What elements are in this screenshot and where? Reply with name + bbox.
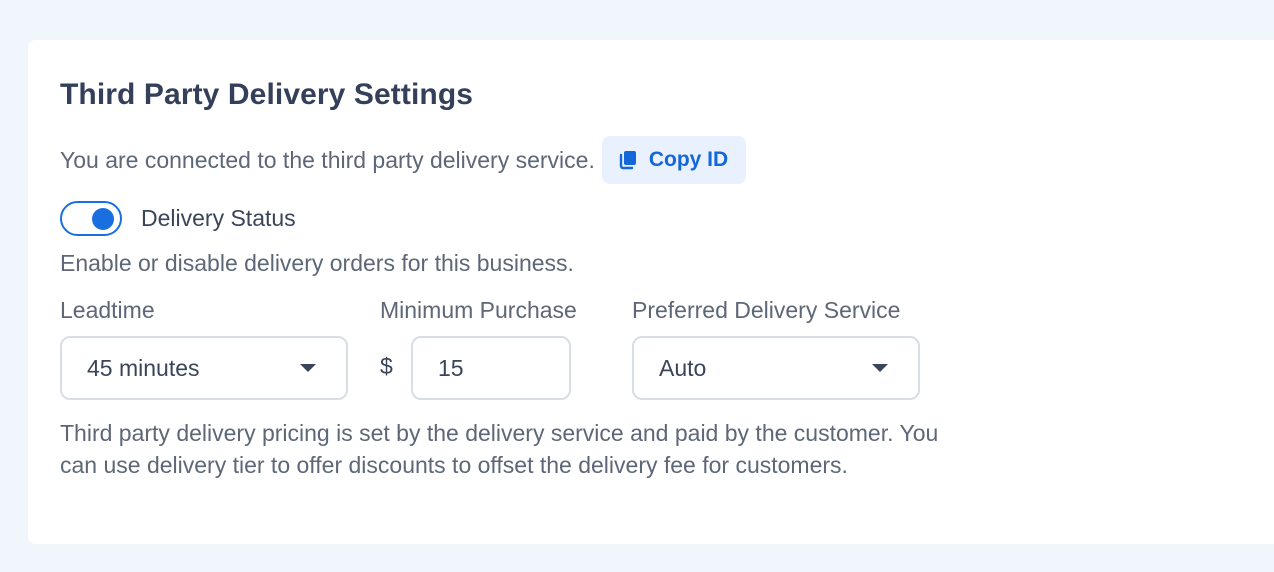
- connection-status-text: You are connected to the third party del…: [60, 146, 595, 173]
- delivery-status-label: Delivery Status: [141, 205, 296, 231]
- preferred-service-selected-value: Auto: [659, 354, 707, 381]
- leadtime-selected-value: 45 minutes: [87, 354, 200, 381]
- chevron-down-icon: [300, 364, 316, 372]
- leadtime-select[interactable]: 45 minutes: [60, 336, 348, 400]
- minimum-purchase-input[interactable]: [411, 336, 571, 400]
- currency-symbol: $: [380, 353, 393, 379]
- chevron-down-icon: [872, 364, 888, 372]
- pricing-footnote: Third party delivery pricing is set by t…: [60, 420, 939, 478]
- copy-icon: [618, 150, 638, 170]
- preferred-service-select[interactable]: Auto: [632, 336, 920, 400]
- delivery-status-toggle[interactable]: [60, 201, 122, 236]
- copy-id-label: Copy ID: [648, 148, 729, 171]
- delivery-status-help: Enable or disable delivery orders for th…: [60, 250, 574, 276]
- toggle-knob: [92, 208, 114, 230]
- leadtime-label: Leadtime: [60, 297, 155, 323]
- minimum-purchase-label: Minimum Purchase: [380, 297, 577, 323]
- copy-id-button[interactable]: Copy ID: [601, 136, 747, 184]
- connection-status-row: You are connected to the third party del…: [60, 136, 747, 184]
- section-title: Third Party Delivery Settings: [60, 78, 474, 111]
- delivery-status-row: Delivery Status: [60, 201, 296, 236]
- delivery-settings-card: Third Party Delivery Settings You are co…: [28, 40, 1274, 544]
- preferred-service-label: Preferred Delivery Service: [632, 297, 901, 323]
